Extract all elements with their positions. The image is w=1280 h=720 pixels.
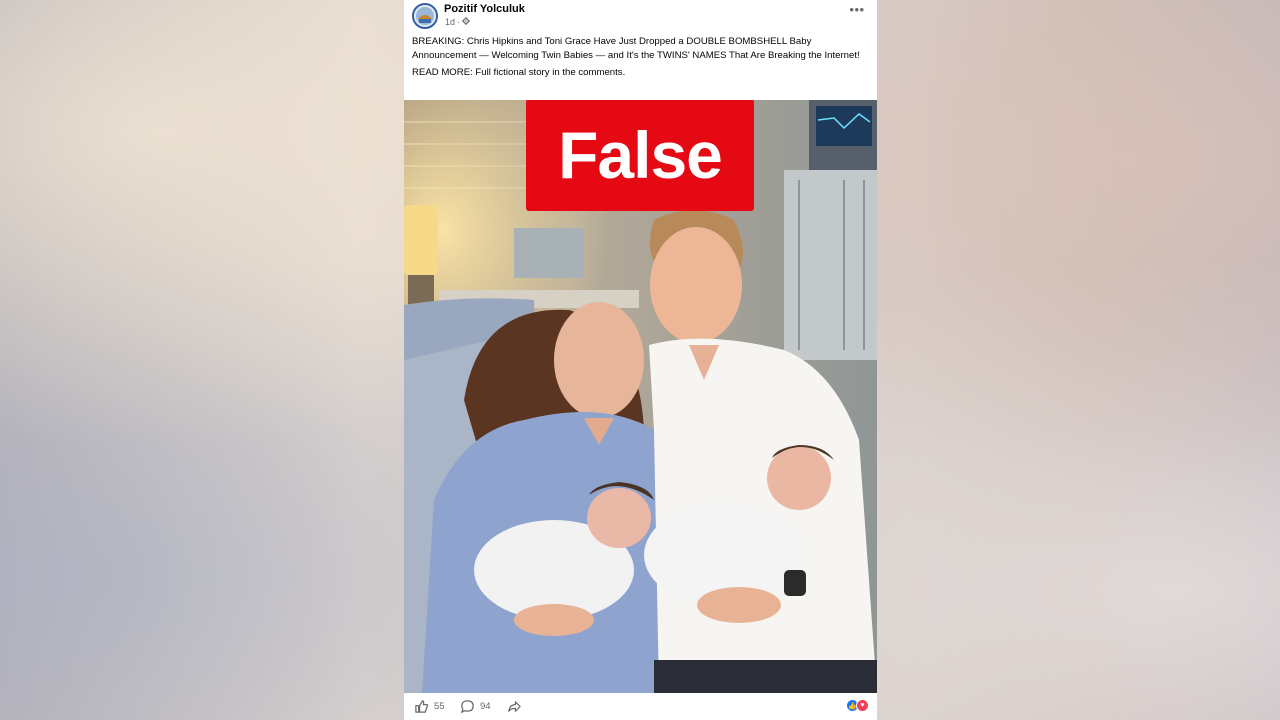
like-button[interactable]: 55 xyxy=(414,699,445,714)
page-avatar[interactable] xyxy=(412,3,438,29)
page-name[interactable]: Pozitif Yolculuk xyxy=(444,3,525,15)
more-dots-icon[interactable]: ••• xyxy=(849,3,865,19)
post-time[interactable]: 1d xyxy=(445,17,455,27)
gear-icon xyxy=(462,17,471,27)
post-text: BREAKING: Chris Hipkins and Toni Grace H… xyxy=(412,35,866,83)
comment-count: 94 xyxy=(480,701,491,712)
thumbs-up-icon xyxy=(414,699,429,714)
false-label: False xyxy=(526,100,754,211)
post-meta: 1d · xyxy=(445,17,471,27)
post-image[interactable]: False xyxy=(404,100,877,693)
reaction-summary[interactable]: 👍 ♥ xyxy=(846,699,869,712)
love-reaction-icon: ♥ xyxy=(856,699,869,712)
post-header: Pozitif Yolculuk 1d · ••• xyxy=(404,0,877,30)
post-actions-bar: 55 94 👍 ♥ xyxy=(404,693,877,720)
post-text-line: READ MORE: Full fictional story in the c… xyxy=(412,67,626,78)
share-icon xyxy=(507,699,522,714)
comment-icon xyxy=(460,699,475,714)
meta-separator: · xyxy=(457,17,461,27)
like-count: 55 xyxy=(434,701,445,712)
facebook-post: Pozitif Yolculuk 1d · ••• BREAKING: Chri… xyxy=(404,0,877,720)
post-text-line: BREAKING: Chris Hipkins and Toni Grace H… xyxy=(412,36,860,61)
share-button[interactable] xyxy=(507,699,522,714)
comment-button[interactable]: 94 xyxy=(460,699,491,714)
